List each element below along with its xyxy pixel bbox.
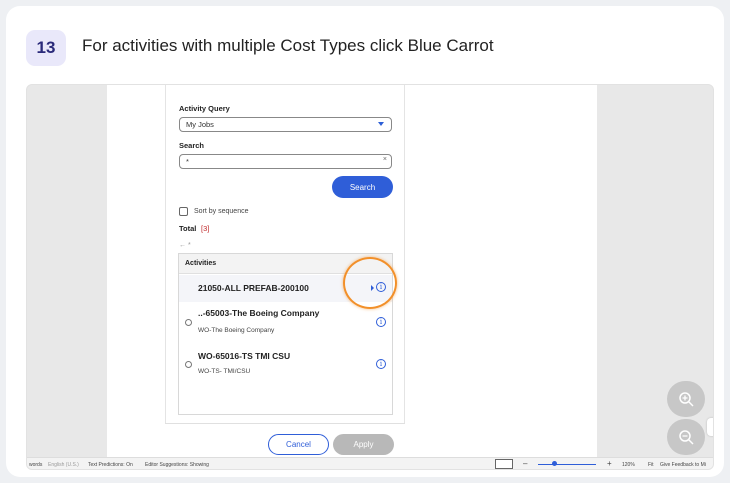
zoom-in-button[interactable] xyxy=(667,381,705,417)
search-button[interactable]: Search xyxy=(332,176,393,198)
zoom-slider[interactable] xyxy=(538,464,596,465)
radio-button[interactable] xyxy=(185,361,192,368)
activity-title: ..-65003-The Boeing Company xyxy=(198,308,320,318)
step-title: For activities with multiple Cost Types … xyxy=(82,36,494,55)
activity-title: 21050-ALL PREFAB-200100 xyxy=(198,283,309,293)
info-icon[interactable]: i xyxy=(376,317,386,327)
zoom-level[interactable]: 120% xyxy=(622,462,635,468)
screenshot-frame: Activity Query My Jobs Search * × Search… xyxy=(26,84,714,470)
chevron-down-icon xyxy=(378,122,384,126)
status-words: words xyxy=(29,462,43,468)
activity-query-value: My Jobs xyxy=(186,120,214,129)
activity-subtitle: WO-TS- TMI/CSU xyxy=(198,368,251,375)
zoom-slider-thumb[interactable] xyxy=(552,461,557,466)
total-count: [3] xyxy=(201,224,210,233)
panel-footer: Cancel Apply xyxy=(165,423,405,457)
radio-button[interactable] xyxy=(185,319,192,326)
step-number-badge: 13 xyxy=(26,30,66,66)
zoom-out-button[interactable] xyxy=(667,419,705,455)
total-label: Total xyxy=(179,224,197,233)
copilot-icon[interactable] xyxy=(707,418,713,436)
activity-subtitle: WO-The Boeing Company xyxy=(198,327,275,334)
sort-checkbox[interactable] xyxy=(179,207,188,216)
cancel-button[interactable]: Cancel xyxy=(268,434,329,455)
zoom-minus-icon[interactable]: – xyxy=(523,459,527,468)
activity-title: WO-65016-TS TMI CSU xyxy=(198,351,291,361)
status-bar: words English (U.S.) Text Predictions: O… xyxy=(27,457,713,469)
info-icon[interactable]: i xyxy=(376,359,386,369)
status-editor[interactable]: Editor Suggestions: Showing xyxy=(145,462,209,468)
feedback-link[interactable]: Give Feedback to Mi xyxy=(660,462,706,468)
activity-query-select[interactable]: My Jobs xyxy=(179,117,392,132)
status-text-predictions[interactable]: Text Predictions: On xyxy=(88,462,133,468)
search-label: Search xyxy=(179,141,205,150)
status-language[interactable]: English (U.S.) xyxy=(48,462,79,468)
sort-label: Sort by sequence xyxy=(194,208,249,215)
search-value: * xyxy=(186,157,189,166)
activity-query-label: Activity Query xyxy=(179,104,230,113)
zoom-plus-icon[interactable]: + xyxy=(607,459,612,468)
clear-icon[interactable]: × xyxy=(383,156,387,163)
zoom-out-icon xyxy=(679,430,694,445)
back-icon[interactable]: ← * xyxy=(179,242,191,249)
focus-mode-icon[interactable] xyxy=(495,459,513,469)
zoom-in-icon xyxy=(679,392,694,407)
apply-button[interactable]: Apply xyxy=(333,434,394,455)
step-card: 13 For activities with multiple Cost Typ… xyxy=(6,6,724,477)
fit-button[interactable]: Fit xyxy=(648,462,654,468)
search-input[interactable]: * × xyxy=(179,154,392,169)
highlight-circle xyxy=(343,257,397,309)
